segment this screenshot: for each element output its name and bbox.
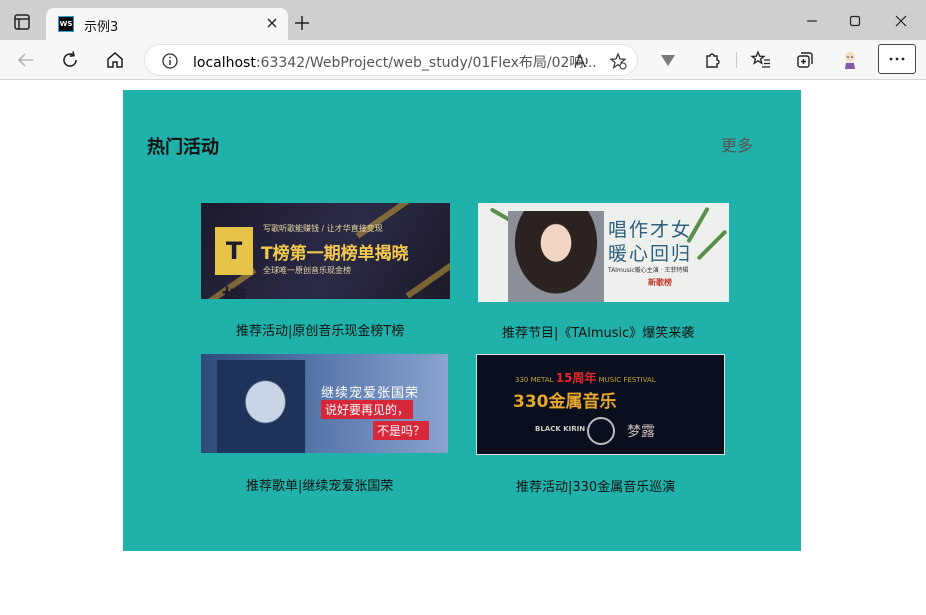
banner-headline: T榜第一期榜单揭晓 [261,244,409,264]
more-dots-icon [889,57,905,61]
decor-leaf [696,229,728,261]
close-tab-icon[interactable] [264,15,280,31]
more-link[interactable]: 更多 [721,132,753,156]
tab-title: 示例3 [84,20,119,35]
back-arrow-icon[interactable] [14,48,38,72]
card-caption[interactable]: 推荐歌单|继续宠爱张国荣 [246,475,393,494]
settings-more-button[interactable] [878,44,916,74]
banner-text: MUSIC FESTIVAL [596,376,656,384]
browser-toolbar: localhost:63342/WebProject/web_study/01F… [0,40,926,80]
singer-photo [508,211,604,302]
banner-metal-festival[interactable]: 330 METAL 15周年 MUSIC FESTIVAL 330金属音乐 BL… [476,354,725,455]
refresh-icon[interactable] [58,48,82,72]
banner-headline: 继续宠爱张国荣 [321,386,420,401]
banner-headline: 330金属音乐 [513,392,617,412]
banner-quote: 说好要再见的， [321,400,414,419]
banner-quote: 不是吗？ [373,421,430,440]
banner-line: 写歌听歌能赚钱 / 让才华直接变现 [263,224,383,233]
card-caption[interactable]: 推荐活动|330金属音乐巡演 [516,476,675,495]
banner-headline: 唱作才女 [608,219,693,241]
add-favorite-icon[interactable] [609,52,627,70]
banner-line: 全球唯一原创音乐现金榜 [263,266,351,275]
toolbar-divider [736,52,737,68]
extensions-puzzle-icon[interactable] [700,48,724,72]
band-name: 梦露 [627,424,655,440]
banner-badge: 新歌榜 [648,278,672,287]
url-path: :63342/WebProject/web_study/01Flex布局/02响… [255,55,597,71]
minimize-icon[interactable] [803,12,821,30]
banner-leslie-cheung[interactable]: 继续宠爱张国荣 说好要再见的， 不是吗？ [201,354,448,453]
banner-text: 330 METAL [515,376,556,384]
t-chart-logo: T榜 [215,227,253,299]
band-name: BLACK KIRIN [535,425,586,433]
banner-anniversary: 15周年 [555,371,597,385]
tab-actions-icon[interactable] [10,10,34,34]
collections-icon[interactable] [793,48,817,72]
browser-tab-bar: WS 示例3 [0,0,926,40]
site-info-icon[interactable] [161,52,179,70]
home-icon[interactable] [103,48,127,72]
banner-line: 330 METAL 15周年 MUSIC FESTIVAL [515,369,656,386]
new-tab-icon[interactable] [292,13,312,33]
url-text[interactable]: localhost:63342/WebProject/web_study/01F… [193,52,597,72]
banner-line: TAlmusic暖心主演 · 王菲特辑 [608,267,689,274]
band-emblem-icon [587,417,615,445]
read-aloud-icon[interactable] [573,52,591,70]
url-host: localhost [193,55,256,71]
card-caption[interactable]: 推荐节目|《TAlmusic》爆笑来袭 [502,322,694,341]
singer-photo [217,360,305,453]
decor-stripe [405,253,450,299]
favorites-icon[interactable] [749,48,773,72]
address-bar[interactable]: localhost:63342/WebProject/web_study/01F… [144,44,638,76]
banner-headline: 暖心回归 [608,243,693,265]
profile-avatar-icon[interactable] [838,48,862,72]
banner-t-chart[interactable]: T榜 写歌听歌能赚钱 / 让才华直接变现 T榜第一期榜单揭晓 全球唯一原创音乐现… [201,203,450,299]
webstorm-favicon-icon: WS [58,16,74,32]
hot-activities-panel: 热门活动 更多 T榜 写歌听歌能赚钱 / 让才华直接变现 T榜第一期榜单揭晓 全… [123,90,801,551]
section-title: 热门活动 [147,137,219,158]
extension-shield-icon[interactable] [656,48,680,72]
maximize-icon[interactable] [846,12,864,30]
card-caption[interactable]: 推荐活动|原创音乐现金榜T榜 [236,320,404,339]
banner-talmusic[interactable]: 唱作才女 暖心回归 TAlmusic暖心主演 · 王菲特辑 新歌榜 [478,203,729,302]
browser-tab-active[interactable]: WS 示例3 [46,8,288,40]
close-window-icon[interactable] [892,12,910,30]
